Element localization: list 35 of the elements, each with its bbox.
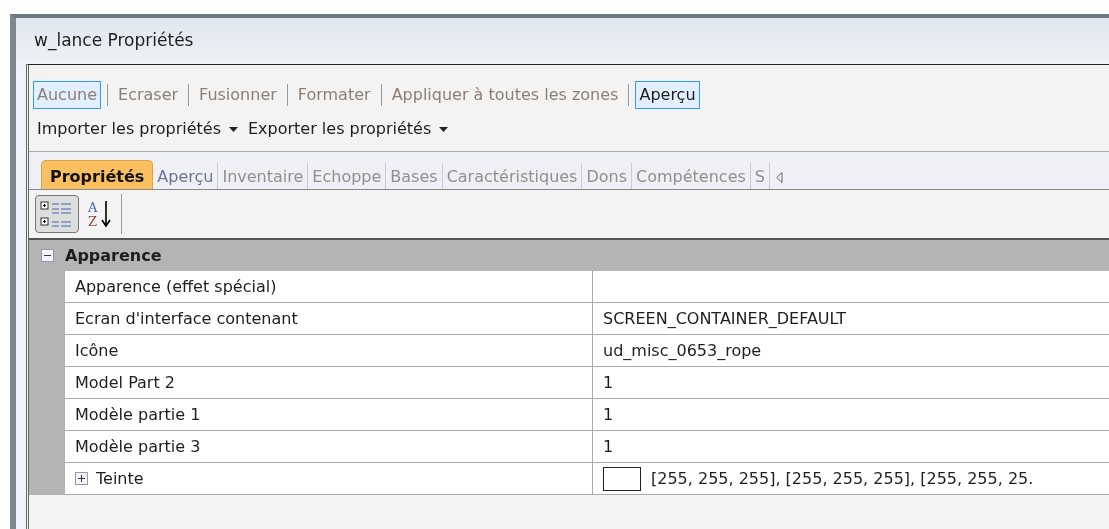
value-cell[interactable]: 1 [593,367,1109,399]
collapse-icon[interactable] [40,249,54,262]
property-value: 1 [603,435,614,458]
tab[interactable]: Propriétés [41,160,154,189]
dropdown-menu-button[interactable]: Exporter les propriétés [247,117,449,141]
property-value: 1 [603,403,614,426]
property-name: Teinte [96,467,144,490]
property-name: Icône [75,339,119,362]
category-name: Apparence [65,244,162,267]
scroll-left-icon[interactable] [776,172,783,183]
toolbar-button[interactable]: Aperçu [635,81,700,109]
categorized-view-button[interactable] [35,195,79,233]
property-name: Apparence (effet spécial) [75,275,277,298]
property-name: Modèle partie 3 [75,435,201,458]
value-cell[interactable] [593,271,1109,303]
dropdown-menu-button[interactable]: Importer les propriétés [37,117,238,141]
caret-icon [439,126,449,132]
property-value: [255, 255, 255], [255, 255, 255], [255, 255, 25. [651,467,1034,490]
caret-icon [228,126,238,132]
value-cell[interactable]: 1 [593,399,1109,431]
value-cell[interactable]: SCREEN_CONTAINER_DEFAULT [593,303,1109,335]
window-title: w_lance Propriétés [34,29,194,53]
property-value: ud_misc_0653_rope [603,339,762,362]
value-cell[interactable]: ud_misc_0653_rope [593,335,1109,367]
property-value: SCREEN_CONTAINER_DEFAULT [603,307,847,330]
property-name: Modèle partie 1 [75,403,201,426]
property-name: Model Part 2 [75,371,175,394]
sort-alphabetical-button[interactable]: A Z [83,195,117,233]
value-cell[interactable]: 1 [593,431,1109,463]
category-header[interactable]: Apparence [29,240,1109,271]
property-value: 1 [603,371,614,394]
property-name: Ecran d'interface contenant [75,307,298,330]
value-cell[interactable]: [255, 255, 255], [255, 255, 255], [255, 255, 25. [593,463,1109,495]
expand-icon[interactable] [75,472,88,485]
tab[interactable]: Aperçu [153,163,219,189]
